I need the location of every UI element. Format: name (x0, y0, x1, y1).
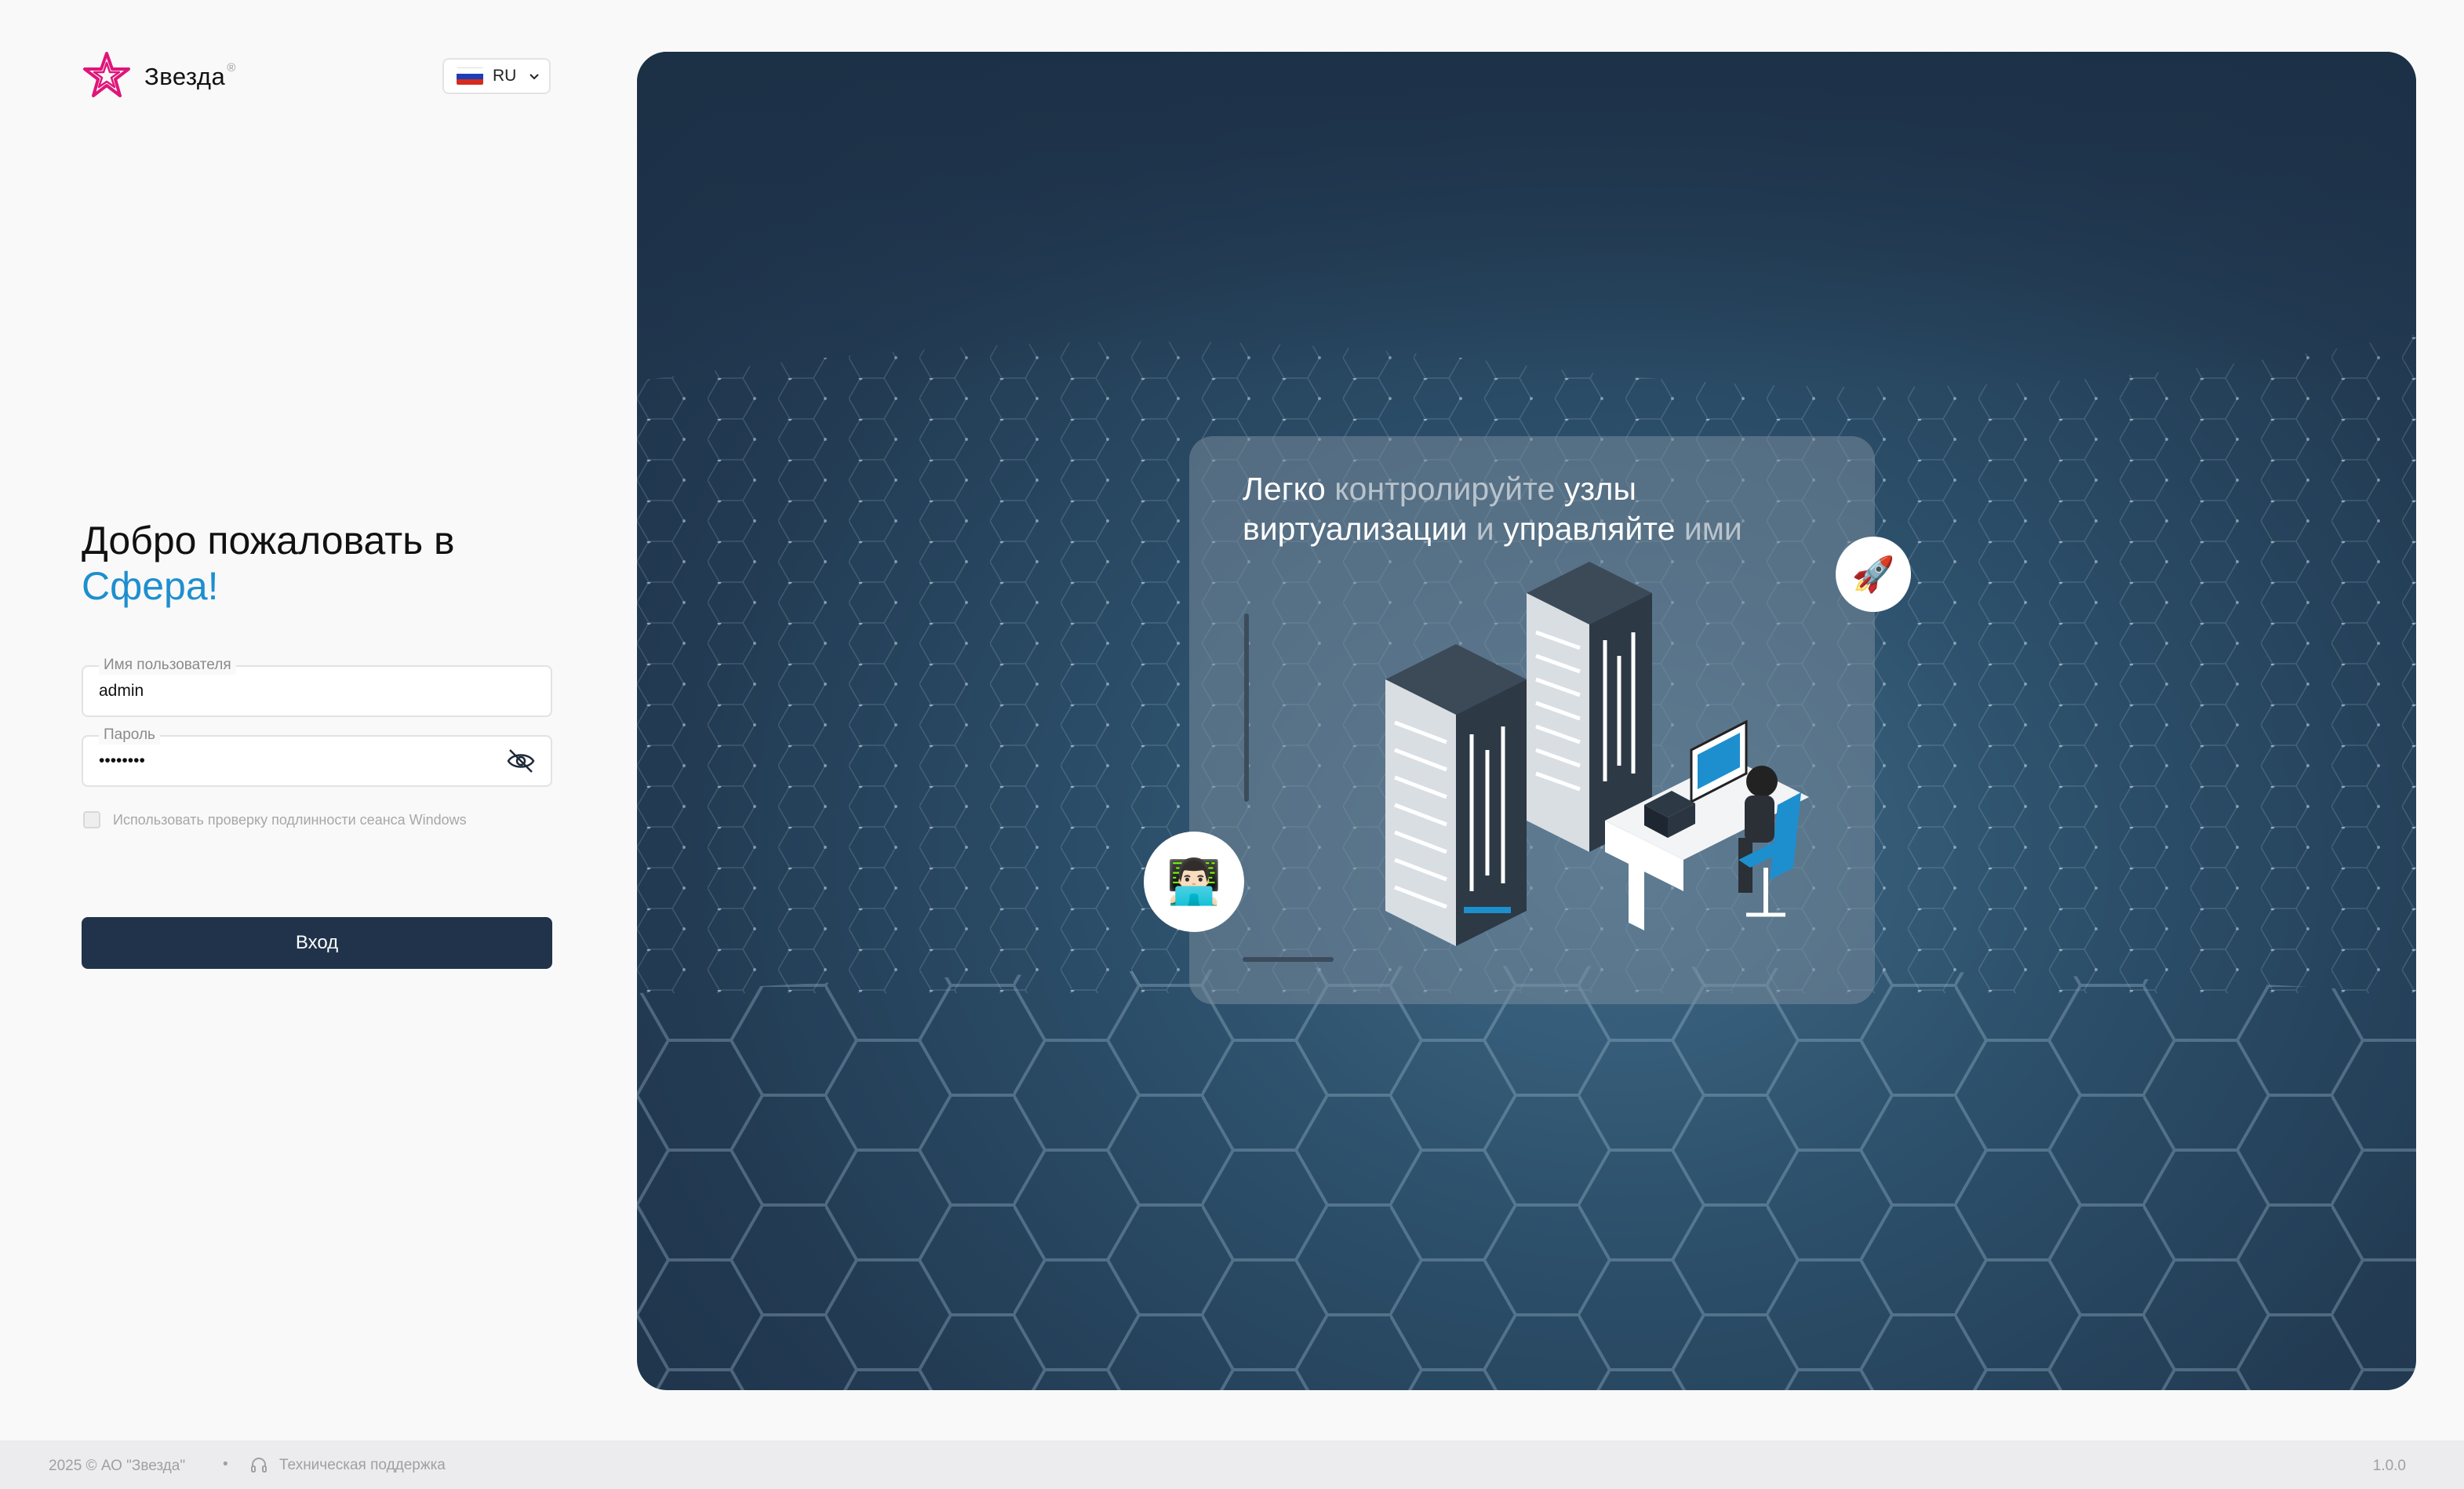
rocket-badge: 🚀 (1836, 537, 1911, 612)
password-field: Пароль (82, 726, 552, 787)
product-name: Сфера! (82, 564, 219, 608)
windows-auth-label: Использовать проверку подлинности сеанса… (113, 811, 467, 828)
support-link[interactable]: Техническая поддержка (249, 1456, 446, 1475)
login-panel: Звезда ® RU Добро пожаловать в Сфера! Им… (0, 0, 635, 1440)
copyright-text: 2025 © АО "Звезда" (49, 1458, 186, 1474)
hero-card: Легко контролируйте узлы виртуализации и… (1189, 436, 1875, 1004)
chevron-down-icon (530, 74, 540, 80)
server-room-illustration (1385, 562, 1809, 946)
tagline-part: ими (1683, 511, 1742, 547)
brand-logo: Звезда ® (82, 50, 235, 100)
tagline-part: Легко (1243, 471, 1326, 507)
support-label: Техническая поддержка (279, 1457, 446, 1473)
language-code: RU (493, 67, 517, 85)
windows-auth-option: Использовать проверку подлинности сеанса… (83, 811, 467, 828)
welcome-heading: Добро пожаловать в Сфера! (82, 518, 455, 609)
language-select[interactable]: RU (442, 58, 551, 94)
username-input[interactable] (99, 667, 507, 715)
app-version: 1.0.0 (2372, 1458, 2406, 1474)
tagline-part: и (1476, 511, 1494, 547)
footer: 2025 © АО "Звезда" • Техническая поддерж… (0, 1440, 2464, 1489)
login-button[interactable]: Вход (82, 917, 552, 969)
brand-name: Звезда (144, 63, 226, 90)
tagline-part: контролируйте (1334, 471, 1556, 507)
password-input[interactable] (99, 737, 507, 785)
hero-banner: Легко контролируйте узлы виртуализации и… (637, 52, 2416, 1390)
card-decor-line (1243, 957, 1334, 962)
windows-auth-checkbox[interactable] (83, 811, 100, 828)
star-logo-icon (83, 52, 130, 97)
brand-registered-mark: ® (227, 61, 236, 75)
hero-tagline: Легко контролируйте узлы виртуализации и… (1243, 469, 1745, 549)
welcome-text: Добро пожаловать в (82, 519, 455, 562)
headset-icon (251, 1458, 267, 1473)
username-field: Имя пользователя (82, 656, 552, 717)
tagline-part: управляйте (1503, 511, 1676, 547)
developer-badge: 👨🏻‍💻 (1144, 832, 1244, 932)
card-decor-line (1244, 613, 1249, 802)
footer-separator: • (223, 1456, 228, 1473)
eye-off-icon[interactable] (505, 747, 537, 775)
russia-flag-icon (457, 67, 483, 85)
